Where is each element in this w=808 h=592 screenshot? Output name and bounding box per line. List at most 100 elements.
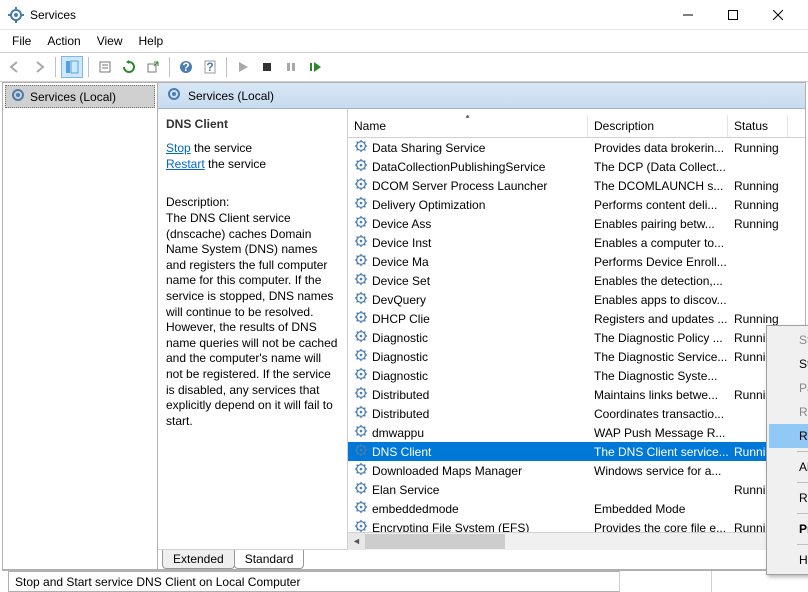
show-hide-tree-button[interactable] (61, 56, 83, 78)
gear-icon (354, 139, 368, 156)
svg-text:?: ? (206, 60, 213, 74)
service-description-cell: The DCOMLAUNCH s... (588, 179, 728, 193)
pause-service-button[interactable] (280, 56, 302, 78)
scroll-left-icon[interactable]: ◄ (348, 533, 365, 550)
service-row[interactable]: DevQuery Enables apps to discov... (348, 290, 805, 309)
gear-icon (354, 500, 368, 517)
context-refresh[interactable]: Refresh (769, 486, 808, 510)
forward-button[interactable] (28, 56, 50, 78)
service-name: DCOM Server Process Launcher (372, 179, 547, 193)
context-help[interactable]: Help (769, 548, 808, 572)
context-stop[interactable]: Stop (769, 352, 808, 376)
tree-root-item[interactable]: Services (Local) (5, 85, 155, 108)
service-row[interactable]: DHCP ClieRegisters and updates ...Runnin… (348, 309, 805, 328)
scroll-thumb[interactable] (365, 534, 505, 549)
service-row[interactable]: DiagnosticThe Diagnostic Policy ...Runni… (348, 328, 805, 347)
right-pane: Services (Local) DNS Client Stop the ser… (158, 83, 805, 569)
detail-pane: DNS Client Stop the service Restart the … (158, 109, 348, 549)
window-title: Services (30, 8, 665, 22)
refresh-button[interactable] (118, 56, 140, 78)
service-row[interactable]: Data Sharing ServiceProvides data broker… (348, 138, 805, 157)
service-row[interactable]: Elan ServiceRunning (348, 480, 805, 499)
context-all-tasks[interactable]: All Tasks ▶ (769, 455, 808, 479)
service-description-cell: Provides the core file e... (588, 521, 728, 533)
service-row[interactable]: Device InstEnables a computer to... (348, 233, 805, 252)
context-resume[interactable]: Resume (769, 400, 808, 424)
stop-service-button[interactable] (256, 56, 278, 78)
menu-action[interactable]: Action (39, 32, 88, 50)
restart-link[interactable]: Restart (166, 157, 205, 171)
list-pane: ▴ Name Description Status Data Sharing S… (348, 109, 805, 549)
context-properties[interactable]: Properties (769, 517, 808, 541)
horizontal-scrollbar[interactable]: ◄ ► (348, 532, 805, 549)
service-description-cell: Enables a computer to... (588, 236, 728, 250)
service-name: Device Ass (372, 217, 431, 231)
stop-suffix: the service (191, 141, 252, 155)
service-row[interactable]: DiagnosticThe Diagnostic Service...Runni… (348, 347, 805, 366)
column-description[interactable]: Description (588, 115, 728, 137)
status-text: Stop and Start service DNS Client on Loc… (8, 571, 620, 592)
service-row[interactable]: Device SetEnables the detection,... (348, 271, 805, 290)
context-restart[interactable]: Restart (769, 424, 808, 448)
help-topics-button[interactable]: ? (199, 56, 221, 78)
help-button[interactable]: ? (175, 56, 197, 78)
gear-icon (354, 329, 368, 346)
service-name: DataCollectionPublishingService (372, 160, 545, 174)
service-row[interactable]: Delivery OptimizationPerforms content de… (348, 195, 805, 214)
service-row[interactable]: DistributedCoordinates transactio... (348, 404, 805, 423)
service-description-cell: WAP Push Message R... (588, 426, 728, 440)
service-description-cell: Provides data brokerin... (588, 141, 728, 155)
view-tabs: Extended Standard (158, 549, 805, 569)
minimize-button[interactable] (665, 0, 710, 29)
column-status[interactable]: Status (728, 115, 788, 137)
service-name-cell: Device Ma (348, 253, 588, 270)
menu-file[interactable]: File (4, 32, 39, 50)
back-button[interactable] (4, 56, 26, 78)
service-row[interactable]: dmwappuWAP Push Message R... (348, 423, 805, 442)
tab-standard[interactable]: Standard (234, 550, 305, 569)
gear-icon (354, 272, 368, 289)
gear-icon (354, 367, 368, 384)
context-menu: Start Stop Pause Resume Restart All Task… (766, 325, 808, 575)
service-row[interactable]: DiagnosticThe Diagnostic Syste... (348, 366, 805, 385)
gear-icon (354, 348, 368, 365)
service-name: Distributed (372, 388, 429, 402)
restart-service-button[interactable] (304, 56, 326, 78)
service-name: Device Set (372, 274, 430, 288)
menu-view[interactable]: View (89, 32, 131, 50)
gear-icon (354, 519, 368, 532)
service-row[interactable]: DistributedMaintains links betwe...Runni… (348, 385, 805, 404)
tab-extended[interactable]: Extended (162, 550, 235, 569)
service-row[interactable]: DNS ClientThe DNS Client service...Runni… (348, 442, 805, 461)
service-row[interactable]: Downloaded Maps ManagerWindows service f… (348, 461, 805, 480)
tree-pane: Services (Local) (3, 83, 158, 569)
context-start[interactable]: Start (769, 328, 808, 352)
export-button[interactable] (142, 56, 164, 78)
close-button[interactable] (755, 0, 800, 29)
start-service-button[interactable] (232, 56, 254, 78)
service-description-cell: Enables apps to discov... (588, 293, 728, 307)
maximize-button[interactable] (710, 0, 755, 29)
menu-help[interactable]: Help (131, 32, 172, 50)
gear-icon (354, 405, 368, 422)
service-row[interactable]: Device AssEnables pairing betw...Running (348, 214, 805, 233)
main-area: Services (Local) Services (Local) DNS Cl… (2, 82, 806, 570)
gear-icon (354, 253, 368, 270)
service-name-cell: Elan Service (348, 481, 588, 498)
service-row[interactable]: Encrypting File System (EFS)Provides the… (348, 518, 805, 532)
context-pause[interactable]: Pause (769, 376, 808, 400)
gear-icon (354, 386, 368, 403)
service-name: DevQuery (372, 293, 426, 307)
service-name-cell: Device Set (348, 272, 588, 289)
column-name[interactable]: ▴ Name (348, 115, 588, 137)
description-text: The DNS Client service (dnscache) caches… (166, 211, 339, 429)
gear-icon (354, 462, 368, 479)
stop-link[interactable]: Stop (166, 141, 191, 155)
service-row[interactable]: embeddedmodeEmbedded Mode (348, 499, 805, 518)
service-description-cell: The Diagnostic Service... (588, 350, 728, 364)
properties-button[interactable] (94, 56, 116, 78)
service-row[interactable]: DCOM Server Process Launcher The DCOMLAUN… (348, 176, 805, 195)
service-row[interactable]: DataCollectionPublishingServiceThe DCP (… (348, 157, 805, 176)
titlebar: Services (0, 0, 808, 30)
service-row[interactable]: Device MaPerforms Device Enroll... (348, 252, 805, 271)
